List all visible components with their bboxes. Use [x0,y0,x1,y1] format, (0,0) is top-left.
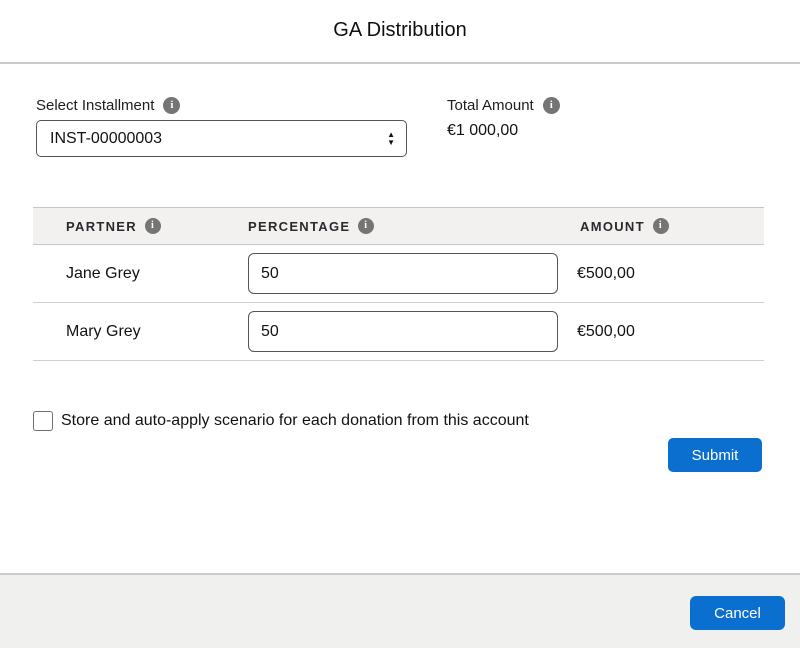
column-header-partner: PARTNER i [66,208,161,244]
store-scenario-checkbox[interactable] [33,411,53,431]
table-header-row: PARTNER i PERCENTAGE i AMOUNT i [33,207,764,245]
installment-field-label: Select Installment i [36,97,180,114]
partner-name: Mary Grey [66,323,141,341]
percentage-input[interactable] [248,311,558,352]
ga-distribution-modal: GA Distribution Select Installment i INS… [0,0,800,648]
total-amount-field-label: Total Amount i [447,97,560,114]
partner-name: Jane Grey [66,265,140,283]
installment-select[interactable]: INST-00000003 ▲ ▼ [36,120,407,157]
store-scenario-label: Store and auto-apply scenario for each d… [61,412,529,430]
info-icon[interactable]: i [358,218,374,234]
chevron-up-icon: ▲ [387,131,395,138]
submit-button[interactable]: Submit [668,438,762,472]
cancel-button[interactable]: Cancel [690,596,785,630]
column-header-percentage-label: PERCENTAGE [248,219,350,234]
total-amount-label-text: Total Amount [447,97,534,114]
amount-value: €500,00 [577,265,635,283]
column-header-percentage: PERCENTAGE i [248,208,374,244]
distribution-table: PARTNER i PERCENTAGE i AMOUNT i Jane Gre… [33,207,764,361]
installment-label-text: Select Installment [36,97,154,114]
info-icon[interactable]: i [543,97,560,114]
column-header-amount: AMOUNT i [580,208,669,244]
table-row: Mary Grey €500,00 [33,303,764,361]
column-header-partner-label: PARTNER [66,219,137,234]
title-divider [0,62,800,64]
table-row: Jane Grey €500,00 [33,245,764,303]
store-scenario-option: Store and auto-apply scenario for each d… [33,411,529,431]
percentage-input[interactable] [248,253,558,294]
amount-value: €500,00 [577,323,635,341]
info-icon[interactable]: i [145,218,161,234]
modal-footer: Cancel [0,575,800,648]
select-stepper-icon: ▲ ▼ [387,131,395,146]
total-amount-value: €1 000,00 [447,122,518,140]
chevron-down-icon: ▼ [387,139,395,146]
installment-select-value: INST-00000003 [50,130,387,148]
info-icon[interactable]: i [653,218,669,234]
column-header-amount-label: AMOUNT [580,219,645,234]
modal-title: GA Distribution [0,19,800,42]
info-icon[interactable]: i [163,97,180,114]
